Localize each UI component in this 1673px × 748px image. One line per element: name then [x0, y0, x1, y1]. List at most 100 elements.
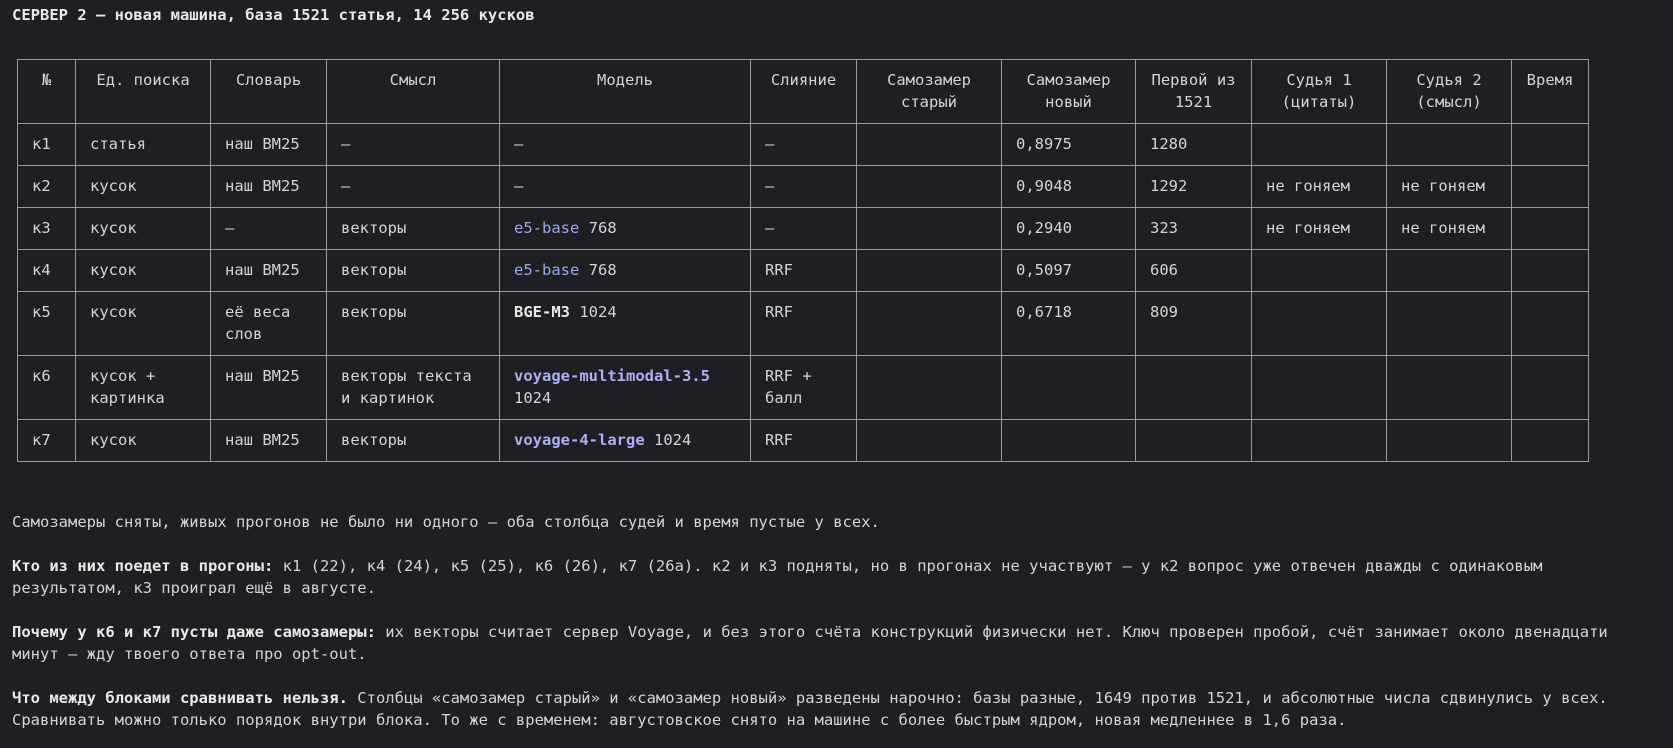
cell-time [1511, 207, 1589, 250]
col-header-self-new: Самозамер новый [1001, 59, 1136, 124]
cell-sense: векторы [326, 291, 500, 356]
col-header-num: № [17, 59, 76, 124]
col-header-sense: Смысл [326, 59, 500, 124]
cell-judge1 [1251, 291, 1387, 356]
cell-time [1511, 249, 1589, 292]
cell-self-new: 0,2940 [1001, 207, 1136, 250]
model-name-link[interactable]: e5-base [514, 219, 579, 237]
cell-judge1 [1251, 419, 1387, 462]
cell-dict: её веса слов [210, 291, 327, 356]
cell-judge1: не гоняем [1251, 207, 1387, 250]
table-row: к1 статья наш BM25 — — — 0,8975 1280 [17, 123, 1589, 166]
cell-fusion: RRF [750, 419, 857, 462]
cell-first: 1292 [1135, 165, 1252, 208]
col-header-judge1: Судья 1 (цитаты) [1251, 59, 1387, 124]
cell-unit: кусок [75, 291, 211, 356]
cell-judge1 [1251, 123, 1387, 166]
cell-self-new [1001, 419, 1136, 462]
col-header-fusion: Слияние [750, 59, 857, 124]
note-paragraph-4: Что между блоками сравнивать нельзя. Сто… [12, 687, 1662, 731]
cell-judge1 [1251, 249, 1387, 292]
table-row: к3 кусок — векторы e5-base 768 — 0,2940 … [17, 207, 1589, 250]
cell-model: — [499, 123, 751, 166]
cell-sense: — [326, 123, 500, 166]
cell-first: 323 [1135, 207, 1252, 250]
note-lead: Кто из них поедет в прогоны: [12, 557, 274, 575]
cell-self-old [856, 355, 1002, 420]
col-header-time: Время [1511, 59, 1589, 124]
model-dim: 1024 [654, 431, 692, 449]
cell-num: к3 [17, 207, 76, 250]
cell-judge2: не гоняем [1386, 207, 1512, 250]
col-header-self-old: Самозамер старый [856, 59, 1002, 124]
cell-unit: кусок [75, 165, 211, 208]
cell-time [1511, 355, 1589, 420]
col-header-dict: Словарь [210, 59, 327, 124]
model-name-link[interactable]: voyage-4-large [514, 431, 645, 449]
cell-judge2: не гоняем [1386, 165, 1512, 208]
cell-fusion: RRF [750, 291, 857, 356]
cell-self-old [856, 207, 1002, 250]
cell-self-new: 0,6718 [1001, 291, 1136, 356]
cell-fusion: RRF + балл [750, 355, 857, 420]
cell-unit: статья [75, 123, 211, 166]
cell-fusion: — [750, 123, 857, 166]
cell-sense: — [326, 165, 500, 208]
cell-num: к2 [17, 165, 76, 208]
cell-num: к4 [17, 249, 76, 292]
cell-unit: кусок + картинка [75, 355, 211, 420]
cell-self-old [856, 123, 1002, 166]
col-header-unit: Ед. поиска [75, 59, 211, 124]
cell-self-old [856, 419, 1002, 462]
model-dim: 768 [588, 261, 617, 279]
cell-dict: наш BM25 [210, 123, 327, 166]
cell-self-old [856, 291, 1002, 356]
cell-model: voyage-multimodal-3.5 1024 [499, 355, 751, 420]
model-name: — [514, 135, 524, 153]
cell-judge2 [1386, 355, 1512, 420]
cell-sense: векторы [326, 419, 500, 462]
cell-first [1135, 419, 1252, 462]
model-name-link[interactable]: e5-base [514, 261, 579, 279]
cell-judge2 [1386, 123, 1512, 166]
cell-num: к7 [17, 419, 76, 462]
note-lead: Что между блоками сравнивать нельзя. [12, 689, 348, 707]
cell-sense: векторы текста и картинок [326, 355, 500, 420]
col-header-model: Модель [499, 59, 751, 124]
cell-unit: кусок [75, 419, 211, 462]
cell-dict: — [210, 207, 327, 250]
cell-first: 606 [1135, 249, 1252, 292]
cell-fusion: RRF [750, 249, 857, 292]
cell-time [1511, 291, 1589, 356]
col-header-first: Первой из 1521 [1135, 59, 1252, 124]
table-row: к4 кусок наш BM25 векторы e5-base 768 RR… [17, 249, 1589, 292]
cell-model: BGE-M3 1024 [499, 291, 751, 356]
cell-judge2 [1386, 419, 1512, 462]
table-row: к7 кусок наш BM25 векторы voyage-4-large… [17, 419, 1589, 462]
model-dim: 768 [588, 219, 617, 237]
cell-judge2 [1386, 249, 1512, 292]
note-paragraph-1: Самозамеры сняты, живых прогонов не было… [12, 511, 1662, 533]
cell-sense: векторы [326, 207, 500, 250]
cell-self-old [856, 165, 1002, 208]
cell-fusion: — [750, 165, 857, 208]
cell-first: 809 [1135, 291, 1252, 356]
note-paragraph-3: Почему у к6 и к7 пусты даже самозамеры: … [12, 621, 1662, 665]
model-name-link[interactable]: voyage-multimodal-3.5 [514, 367, 710, 385]
cell-first: 1280 [1135, 123, 1252, 166]
cell-self-new: 0,5097 [1001, 249, 1136, 292]
table-row: к5 кусок её веса слов векторы BGE-M3 102… [17, 291, 1589, 356]
cell-first [1135, 355, 1252, 420]
cell-model: e5-base 768 [499, 249, 751, 292]
results-table: № Ед. поиска Словарь Смысл Модель Слияни… [17, 59, 1589, 462]
table-header-row: № Ед. поиска Словарь Смысл Модель Слияни… [17, 59, 1589, 124]
cell-dict: наш BM25 [210, 355, 327, 420]
cell-dict: наш BM25 [210, 249, 327, 292]
cell-self-old [856, 249, 1002, 292]
cell-dict: наш BM25 [210, 419, 327, 462]
table-row: к6 кусок + картинка наш BM25 векторы тек… [17, 355, 1589, 420]
note-paragraph-2: Кто из них поедет в прогоны: к1 (22), к4… [12, 555, 1662, 599]
model-name: — [514, 177, 524, 195]
cell-model: e5-base 768 [499, 207, 751, 250]
cell-unit: кусок [75, 207, 211, 250]
